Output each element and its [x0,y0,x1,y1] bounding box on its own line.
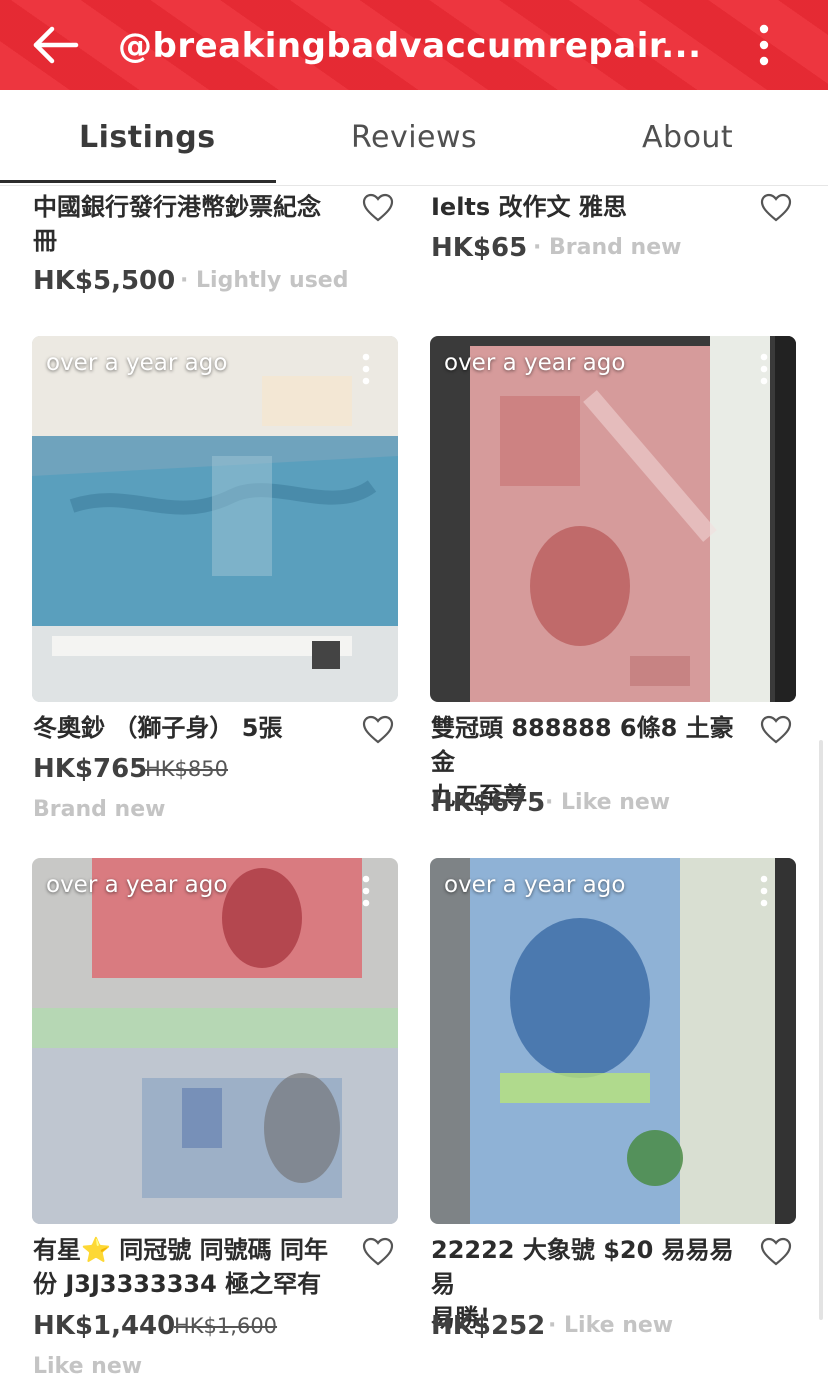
listing-price: HK$675 [431,788,546,818]
listing-time-ago: over a year ago [444,350,626,376]
listing-price: HK$765 [33,754,148,784]
more-vertical-icon[interactable] [750,352,778,386]
listing-price: HK$252 [431,1311,546,1341]
more-vertical-icon[interactable] [352,352,380,386]
listing-title: 有星⭐ 同冠號 同號碼 同年 份 J3J3333334 極之罕有 [33,1236,328,1298]
heart-icon[interactable] [760,715,792,745]
banknote-photo [32,336,398,702]
listing-title: 中國銀行發行港幣鈔票紀念 冊 [33,193,321,255]
banknote-photo [430,336,796,702]
more-vertical-icon[interactable] [750,874,778,908]
heart-icon[interactable] [760,193,792,223]
listing-condition: Like new [33,1354,143,1379]
listing-condition: · Brand new [533,235,682,260]
banknote-photo [430,858,796,1224]
back-arrow-icon[interactable] [30,25,82,65]
listing-photo[interactable]: over a year ago [32,858,398,1224]
tab-listings[interactable]: Listings [79,118,216,158]
listing-price: HK$1,440 [33,1311,176,1341]
listing-original-price: HK$850 [145,757,229,781]
page-title: @breakingbadvaccumrepair... [118,26,702,66]
heart-icon[interactable] [760,1237,792,1267]
tab-about[interactable]: About [642,118,733,158]
profile-tabs: Listings Reviews About [0,90,828,186]
listing-time-ago: over a year ago [46,350,228,376]
more-vertical-icon[interactable] [750,22,778,68]
listing-condition: · Like new [548,1313,674,1338]
listing-original-price: HK$1,600 [174,1314,278,1338]
app-header: @breakingbadvaccumrepair... [0,0,828,90]
listing-title: Ielts 改作文 雅思 [431,193,627,221]
listing-price: HK$5,500 [33,266,176,296]
scrollbar[interactable] [819,740,823,1320]
listing-price: HK$65 [431,233,528,263]
listing-time-ago: over a year ago [444,872,626,898]
more-vertical-icon[interactable] [352,874,380,908]
listing-photo[interactable]: over a year ago [430,336,796,702]
heart-icon[interactable] [362,1237,394,1267]
active-tab-indicator [0,180,276,183]
listing-title: 冬奧鈔 （獅子身） 5張 [33,714,283,742]
banknote-photo [32,858,398,1224]
listing-photo[interactable]: over a year ago [430,858,796,1224]
listing-condition: Brand new [33,797,166,822]
tab-reviews[interactable]: Reviews [351,118,477,158]
listing-time-ago: over a year ago [46,872,228,898]
listing-photo[interactable]: over a year ago [32,336,398,702]
heart-icon[interactable] [362,193,394,223]
listing-condition: · Lightly used [180,268,349,293]
heart-icon[interactable] [362,715,394,745]
listing-condition: · Like new [545,790,671,815]
